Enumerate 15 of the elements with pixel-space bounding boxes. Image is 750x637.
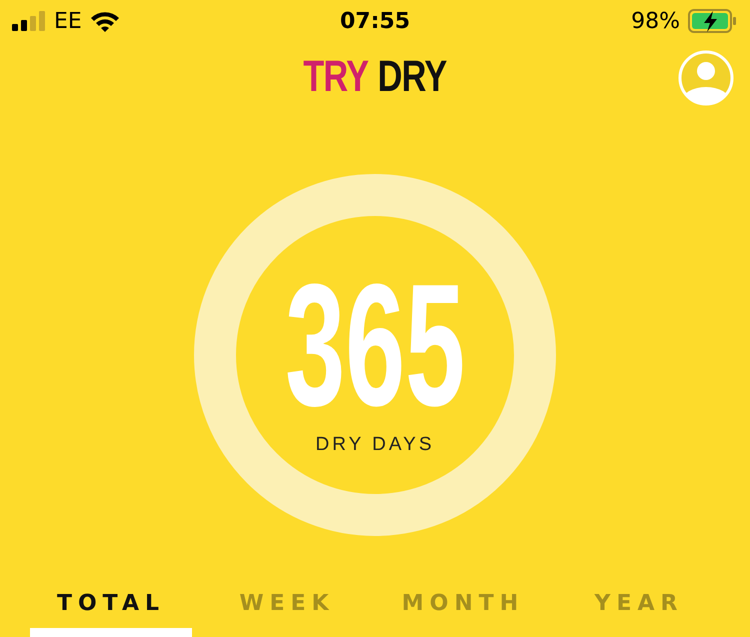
battery-charging-icon bbox=[688, 9, 738, 33]
day-count: 365 bbox=[285, 270, 465, 420]
battery-percentage: 98% bbox=[631, 8, 680, 34]
logo-text: TRY bbox=[303, 52, 368, 102]
tab[interactable]: YEAR bbox=[558, 574, 720, 637]
logo-text: DRY bbox=[378, 52, 447, 102]
tab[interactable]: MONTH bbox=[382, 574, 544, 637]
tab[interactable]: WEEK bbox=[206, 574, 368, 637]
carrier-name: EE bbox=[54, 8, 82, 34]
count-label: DRY DAYS bbox=[315, 434, 435, 456]
wifi-icon bbox=[90, 10, 120, 32]
signal-icon bbox=[12, 11, 46, 31]
clock-time: 07:55 bbox=[340, 8, 410, 34]
tab[interactable]: TOTAL bbox=[30, 574, 192, 637]
profile-icon[interactable] bbox=[677, 49, 735, 107]
